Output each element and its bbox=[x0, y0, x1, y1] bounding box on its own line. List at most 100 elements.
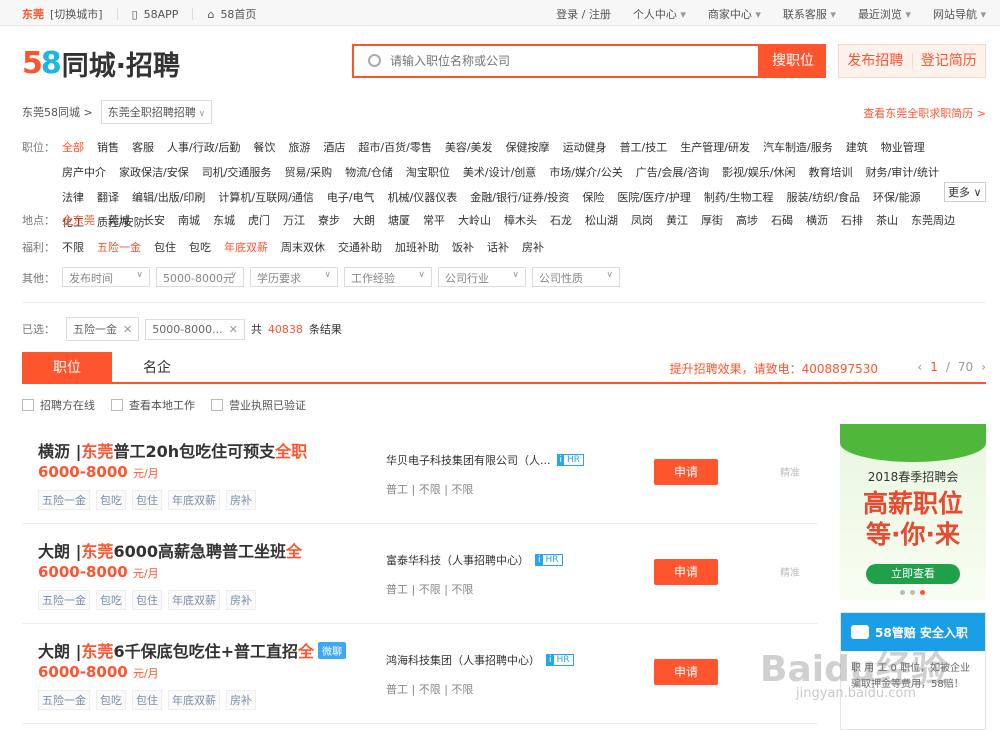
company-name[interactable]: 华贝电子科技集团有限公司（人... i HR bbox=[386, 452, 585, 468]
position-option[interactable]: 汽车制造/服务 bbox=[763, 139, 833, 155]
location-option[interactable]: 寮步 bbox=[318, 212, 340, 228]
company-type-select[interactable]: 公司性质 bbox=[532, 267, 620, 287]
job-title[interactable]: 横沥 | 东莞 普工20h包吃住可预支 全职 bbox=[38, 438, 307, 462]
job-title[interactable]: 大朗 | 东莞 6千保底包吃住+普工直招全微聊 bbox=[38, 638, 346, 662]
next-page-icon[interactable]: › bbox=[981, 360, 986, 374]
position-option[interactable]: 电子/电气 bbox=[327, 189, 375, 205]
check-license[interactable]: 营业执照已验证 bbox=[211, 397, 306, 413]
location-option[interactable]: 长安 bbox=[143, 212, 165, 228]
position-option[interactable]: 客服 bbox=[132, 139, 154, 155]
breadcrumb-home[interactable]: 东莞58同城 > bbox=[22, 104, 93, 120]
welfare-option[interactable]: 加班补助 bbox=[395, 239, 439, 255]
checkbox[interactable] bbox=[111, 399, 123, 411]
checkbox[interactable] bbox=[211, 399, 223, 411]
location-option[interactable]: 凤岗 bbox=[631, 212, 653, 228]
view-resume-link[interactable]: 查看东莞全职求职简历 > bbox=[863, 105, 986, 121]
search-button[interactable]: 搜职位 bbox=[760, 44, 826, 78]
position-option[interactable]: 美术/设计/创意 bbox=[463, 164, 536, 180]
position-option[interactable]: 环保/能源 bbox=[873, 189, 921, 205]
job-item[interactable]: 大朗 | 东莞 6千保底包吃住+普工直招全微聊 6000-8000 元/月 五险一… bbox=[22, 624, 818, 724]
customer-service-menu[interactable]: 联系客服 bbox=[783, 6, 836, 22]
location-option[interactable]: 石排 bbox=[841, 212, 863, 228]
location-option[interactable]: 高埗 bbox=[736, 212, 758, 228]
position-option[interactable]: 司机/交通服务 bbox=[202, 164, 272, 180]
location-option[interactable]: 虎门 bbox=[248, 212, 270, 228]
position-option[interactable]: 普工/技工 bbox=[620, 139, 668, 155]
recent-browse-menu[interactable]: 最近浏览 bbox=[858, 6, 911, 22]
location-option[interactable]: 大岭山 bbox=[458, 212, 491, 228]
dot[interactable] bbox=[910, 590, 915, 595]
location-option[interactable]: 莞城 bbox=[108, 212, 130, 228]
location-option[interactable]: 石龙 bbox=[550, 212, 572, 228]
register-resume-button[interactable]: 登记简历 bbox=[913, 45, 986, 77]
close-icon[interactable]: ✕ bbox=[229, 323, 238, 336]
location-option[interactable]: 黄江 bbox=[666, 212, 688, 228]
merchant-center-menu[interactable]: 商家中心 bbox=[708, 6, 761, 22]
dot[interactable] bbox=[900, 590, 905, 595]
location-option[interactable]: 横沥 bbox=[806, 212, 828, 228]
welfare-option[interactable]: 话补 bbox=[487, 239, 509, 255]
position-option[interactable]: 全部 bbox=[62, 139, 84, 155]
position-option[interactable]: 淘宝职位 bbox=[406, 164, 450, 180]
apply-button[interactable]: 申请 bbox=[654, 459, 718, 485]
welfare-option[interactable]: 包吃 bbox=[189, 239, 211, 255]
position-option[interactable]: 制药/生物工程 bbox=[704, 189, 774, 205]
company-name[interactable]: 鸿海科技集团（人事招聘中心） i HR bbox=[386, 652, 574, 668]
close-icon[interactable]: ✕ bbox=[123, 323, 132, 336]
position-option[interactable]: 保健按摩 bbox=[506, 139, 550, 155]
position-option[interactable]: 人事/行政/后勤 bbox=[167, 139, 240, 155]
location-option[interactable]: 万江 bbox=[283, 212, 305, 228]
education-select[interactable]: 学历要求 bbox=[250, 267, 338, 287]
position-option[interactable]: 物业管理 bbox=[881, 139, 925, 155]
dot[interactable] bbox=[920, 590, 925, 595]
check-local[interactable]: 查看本地工作 bbox=[111, 397, 195, 413]
location-option[interactable]: 石碣 bbox=[771, 212, 793, 228]
site-nav-menu[interactable]: 网站导航 bbox=[933, 6, 986, 22]
welfare-option[interactable]: 交通补助 bbox=[338, 239, 382, 255]
location-option[interactable]: 樟木头 bbox=[504, 212, 537, 228]
site-logo[interactable]: 58 同城·招聘 bbox=[22, 44, 180, 83]
welfare-option[interactable]: 年底双薪 bbox=[224, 239, 268, 255]
position-option[interactable]: 建筑 bbox=[846, 139, 868, 155]
category-dropdown[interactable]: 东莞全职招聘招聘 bbox=[100, 100, 213, 124]
location-option[interactable]: 东莞周边 bbox=[911, 212, 955, 228]
chat-badge[interactable]: 微聊 bbox=[318, 641, 346, 659]
view-now-button[interactable]: 立即查看 bbox=[866, 564, 960, 584]
tab-jobs[interactable]: 职位 bbox=[22, 352, 112, 384]
position-option[interactable]: 编辑/出版/印刷 bbox=[132, 189, 205, 205]
location-option[interactable]: 茶山 bbox=[876, 212, 898, 228]
location-option[interactable]: 全东莞 bbox=[62, 212, 95, 228]
position-option[interactable]: 机械/仪器仪表 bbox=[388, 189, 458, 205]
position-option[interactable]: 房产中介 bbox=[62, 164, 106, 180]
welfare-option[interactable]: 房补 bbox=[522, 239, 544, 255]
position-option[interactable]: 计算机/互联网/通信 bbox=[218, 189, 313, 205]
location-option[interactable]: 东城 bbox=[213, 212, 235, 228]
position-option[interactable]: 物流/仓储 bbox=[345, 164, 393, 180]
more-button[interactable]: 更多 ∨ bbox=[944, 182, 986, 202]
position-option[interactable]: 教育培训 bbox=[809, 164, 853, 180]
prev-page-icon[interactable]: ‹ bbox=[917, 360, 922, 374]
job-item[interactable]: 大朗 | 东莞 6000高薪急聘普工坐班全 6000-8000 元/月 五险一金包… bbox=[22, 524, 818, 624]
apply-button[interactable]: 申请 bbox=[654, 559, 718, 585]
app-link[interactable]: 58APP bbox=[144, 8, 179, 21]
publish-time-select[interactable]: 发布时间 bbox=[62, 267, 150, 287]
position-option[interactable]: 酒店 bbox=[323, 139, 345, 155]
selected-chip[interactable]: 5000-8000... ✕ bbox=[145, 318, 245, 340]
position-option[interactable]: 市场/媒介/公关 bbox=[549, 164, 622, 180]
experience-select[interactable]: 工作经验 bbox=[344, 267, 432, 287]
salary-select[interactable]: 5000-8000元 bbox=[156, 267, 244, 287]
checkbox[interactable] bbox=[22, 399, 34, 411]
welfare-option[interactable]: 饭补 bbox=[452, 239, 474, 255]
position-option[interactable]: 贸易/采购 bbox=[284, 164, 332, 180]
position-option[interactable]: 餐饮 bbox=[253, 139, 275, 155]
position-option[interactable]: 财务/审计/统计 bbox=[866, 164, 939, 180]
job-title[interactable]: 大朗 | 东莞 6000高薪急聘普工坐班全 bbox=[38, 538, 302, 562]
location-option[interactable]: 松山湖 bbox=[585, 212, 618, 228]
selected-chip[interactable]: 五险一金 ✕ bbox=[66, 317, 140, 341]
home-link[interactable]: 58首页 bbox=[220, 6, 256, 22]
personal-center-menu[interactable]: 个人中心 bbox=[633, 6, 686, 22]
login-link[interactable]: 登录 / 注册 bbox=[556, 6, 611, 22]
welfare-option[interactable]: 周末双休 bbox=[281, 239, 325, 255]
job-item[interactable]: 横沥 | 东莞 普工20h包吃住可预支 全职 6000-8000 元/月 五险一金包… bbox=[22, 424, 818, 524]
welfare-option[interactable]: 不限 bbox=[62, 239, 84, 255]
